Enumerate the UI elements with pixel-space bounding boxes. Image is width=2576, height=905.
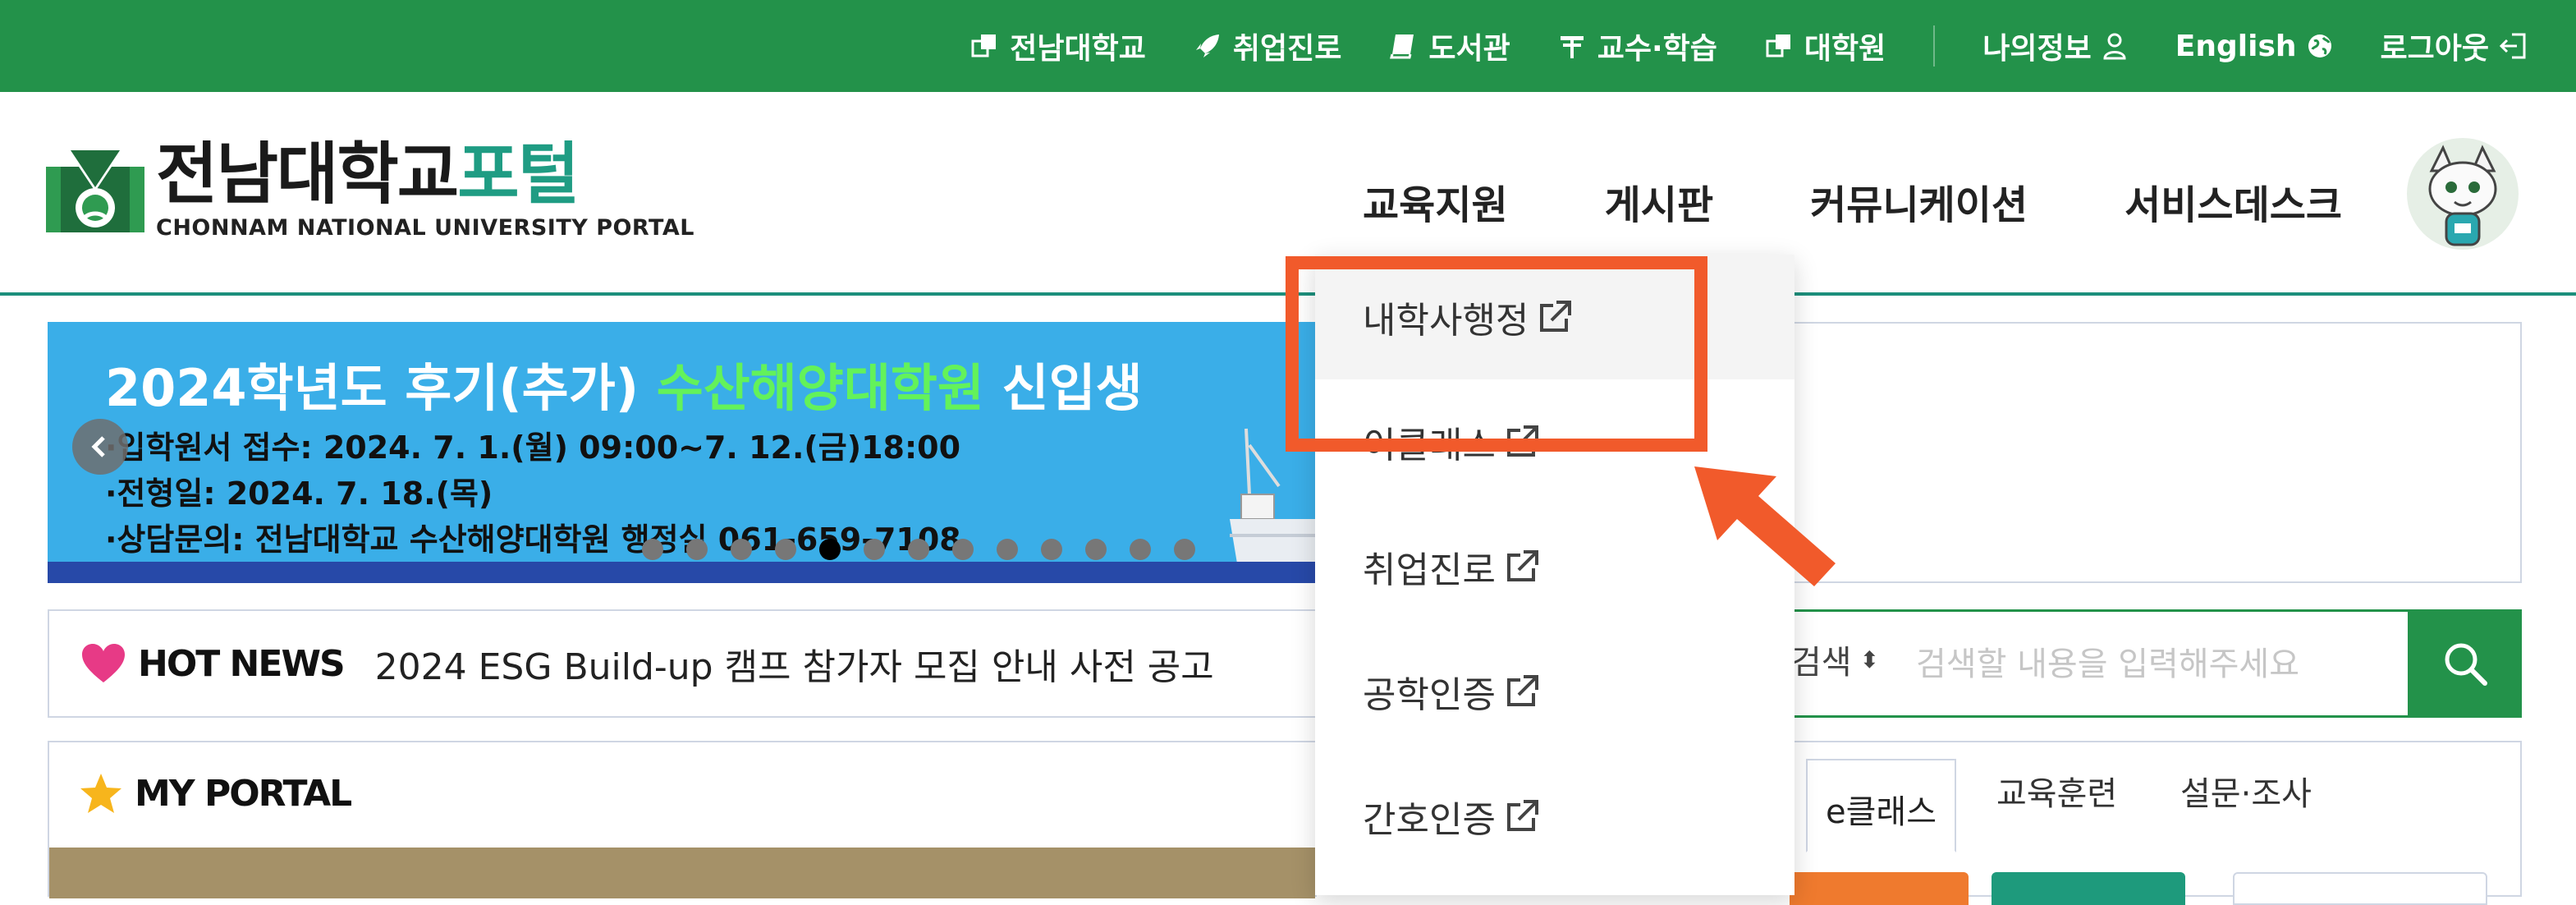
banner-dot[interactable] bbox=[775, 539, 796, 560]
rocket-icon bbox=[1194, 32, 1222, 60]
banner-dot[interactable] bbox=[819, 539, 841, 560]
portal-logo[interactable]: 전남대학교포털 CHONNAM NATIONAL UNIVERSITY PORT… bbox=[46, 141, 694, 241]
tab-eclass[interactable]: e클래스 bbox=[1806, 759, 1957, 852]
star-icon bbox=[80, 774, 121, 813]
banner-dot[interactable] bbox=[997, 539, 1018, 560]
search-type-label: 검색 bbox=[1791, 644, 1852, 682]
nav-communication[interactable]: 커뮤니케이션 bbox=[1810, 172, 2028, 230]
my-info-link[interactable]: 나의정보 bbox=[1982, 25, 2127, 67]
top-utility-bar: 전남대학교 취업진로 도서관 교수·학습 대학원 나의정보 English 로그… bbox=[0, 0, 2576, 92]
topbar-link-teaching[interactable]: 교수·학습 bbox=[1558, 25, 1717, 67]
lectern-icon bbox=[1558, 32, 1586, 60]
logout-icon bbox=[2499, 32, 2527, 60]
language-link[interactable]: English bbox=[2175, 30, 2333, 63]
right-tab-panel: e클래스 교육훈련 설문·조사 bbox=[1790, 741, 2522, 905]
topbar-link-graduate[interactable]: 대학원 bbox=[1765, 25, 1886, 67]
topbar-link-label: 취업진로 bbox=[1232, 32, 1342, 66]
search-button[interactable] bbox=[2409, 609, 2522, 718]
banner-dot[interactable] bbox=[1041, 539, 1062, 560]
promo-banner[interactable]: 2024학년도 후기(추가) 수산해양대학원 신입생 ·입학원서 접수: 202… bbox=[48, 322, 1317, 583]
logo-subtitle: CHONNAM NATIONAL UNIVERSITY PORTAL bbox=[156, 215, 694, 241]
banner-headline-white: 2024학년도 후기(추가) bbox=[105, 358, 657, 418]
banner-dot[interactable] bbox=[908, 539, 929, 560]
book-icon bbox=[1389, 32, 1417, 60]
user-icon bbox=[2102, 32, 2128, 60]
nav-education-support[interactable]: 교육지원 bbox=[1363, 172, 1508, 230]
banner-dot[interactable] bbox=[952, 539, 974, 560]
mascot-icon bbox=[2428, 145, 2497, 246]
banner-headline-tail: 신입생 bbox=[983, 358, 1143, 418]
logo-title: 전남대학교포털 bbox=[156, 141, 694, 209]
my-portal-label: MY PORTAL bbox=[135, 772, 352, 815]
banner-dot[interactable] bbox=[731, 539, 752, 560]
logout-label: 로그아웃 bbox=[2380, 32, 2489, 66]
nav-board[interactable]: 게시판 bbox=[1605, 172, 1713, 230]
search-type-select[interactable]: 검색 ⬍ bbox=[1791, 636, 1879, 683]
tab-chip-teal bbox=[1992, 872, 2185, 905]
banner-line-exam-date: ·전형일: 2024. 7. 18.(목) bbox=[105, 475, 493, 512]
external-link-icon bbox=[1504, 673, 1540, 710]
banner-prev-button[interactable] bbox=[72, 419, 128, 475]
annotation-arrow-icon bbox=[1694, 466, 1836, 586]
annotation-highlight-box bbox=[1286, 256, 1707, 452]
banner-dot[interactable] bbox=[686, 539, 708, 560]
my-portal-panel: MY PORTAL bbox=[48, 741, 1317, 898]
main-navigation: 교육지원 게시판 커뮤니케이션 서비스데스크 bbox=[1363, 172, 2439, 230]
logo-title-accent: 포털 bbox=[457, 136, 580, 214]
topbar-link-library[interactable]: 도서관 bbox=[1389, 25, 1510, 67]
heart-icon bbox=[82, 644, 125, 682]
topbar-link-cnu[interactable]: 전남대학교 bbox=[970, 25, 1146, 67]
topbar-link-label: 대학원 bbox=[1804, 32, 1886, 66]
banner-dot[interactable] bbox=[864, 539, 885, 560]
university-emblem-icon bbox=[46, 149, 144, 232]
dropdown-item-label: 간호인증 bbox=[1363, 799, 1496, 841]
banner-headline: 2024학년도 후기(추가) 수산해양대학원 신입생 bbox=[105, 347, 1143, 420]
search-icon bbox=[2445, 643, 2487, 686]
window-link-icon bbox=[1765, 32, 1793, 60]
search-input[interactable] bbox=[1914, 614, 2410, 714]
external-link-icon bbox=[1504, 549, 1540, 585]
banner-dot[interactable] bbox=[1130, 539, 1151, 560]
topbar-link-label: 도서관 bbox=[1428, 32, 1510, 66]
logout-link[interactable]: 로그아웃 bbox=[2381, 25, 2527, 67]
topbar-link-career[interactable]: 취업진로 bbox=[1194, 25, 1341, 67]
banner-footer-stripe bbox=[48, 562, 1317, 583]
my-portal-title: MY PORTAL bbox=[79, 772, 352, 815]
globe-icon bbox=[2307, 33, 2333, 59]
banner-dot[interactable] bbox=[1174, 539, 1195, 560]
topbar-link-label: 교수·학습 bbox=[1597, 32, 1717, 66]
external-link-icon bbox=[1504, 798, 1540, 834]
banner-dot[interactable] bbox=[1085, 539, 1107, 560]
dropdown-item-engineering-cert[interactable]: 공학인증 bbox=[1315, 629, 1794, 754]
nav-service-desk[interactable]: 서비스데스크 bbox=[2125, 172, 2342, 230]
chevron-left-icon bbox=[91, 436, 105, 457]
dropdown-item-nursing-cert[interactable]: 간호인증 bbox=[1315, 754, 1794, 879]
window-link-icon bbox=[970, 32, 998, 60]
tab-chip-outline bbox=[2233, 872, 2487, 905]
tab-training[interactable]: 교육훈련 bbox=[1996, 767, 2117, 815]
topbar-divider bbox=[1933, 25, 1936, 67]
logo-title-main: 전남대학교 bbox=[156, 136, 459, 214]
tab-survey[interactable]: 설문·조사 bbox=[2180, 767, 2312, 815]
language-label: English bbox=[2175, 29, 2297, 63]
banner-dot[interactable] bbox=[642, 539, 663, 560]
banner-pagination bbox=[642, 539, 1218, 560]
dropdown-item-label: 공학인증 bbox=[1363, 674, 1496, 716]
banner-headline-green: 수산해양대학원 bbox=[656, 358, 984, 418]
mascot-avatar[interactable] bbox=[2407, 138, 2519, 250]
my-info-label: 나의정보 bbox=[1982, 32, 2092, 66]
topbar-link-label: 전남대학교 bbox=[1010, 32, 1146, 66]
my-portal-strip bbox=[49, 848, 1315, 898]
hot-news-headline[interactable]: 2024 ESG Build-up 캠프 참가자 모집 안내 사전 공고 bbox=[375, 637, 1214, 690]
side-content-box bbox=[1793, 322, 2522, 583]
hot-news-label: HOT NEWS bbox=[138, 642, 346, 685]
sort-caret-icon: ⬍ bbox=[1859, 645, 1880, 673]
tab-chip-orange bbox=[1790, 872, 1969, 905]
dropdown-item-label: 취업진로 bbox=[1363, 549, 1496, 591]
banner-line-application: ·입학원서 접수: 2024. 7. 1.(월) 09:00~7. 12.(금)… bbox=[105, 430, 961, 466]
